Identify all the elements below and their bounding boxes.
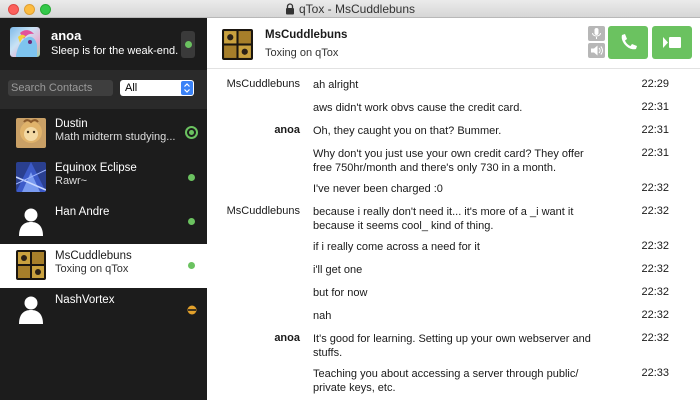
contact-name: NashVortex bbox=[55, 294, 115, 306]
message-row: i'll get one 22:32 bbox=[207, 255, 700, 278]
message-row: nah 22:32 bbox=[207, 301, 700, 324]
microphone-icon bbox=[592, 28, 601, 39]
online-status-icon bbox=[188, 174, 195, 181]
online-status-icon bbox=[188, 218, 195, 225]
contact-name: Equinox Eclipse bbox=[55, 162, 137, 174]
message-author: MsCuddlebuns bbox=[226, 205, 300, 217]
self-avatar[interactable] bbox=[10, 27, 40, 57]
message-text: It's good for learning. Setting up your … bbox=[313, 333, 591, 359]
contact-item-dustin[interactable]: Dustin Math midterm studying... bbox=[0, 109, 207, 156]
search-contacts-input[interactable] bbox=[8, 80, 113, 96]
message-row: aws didn't work obvs cause the credit ca… bbox=[207, 93, 700, 116]
message-timestamp: 22:32 bbox=[641, 263, 669, 275]
video-call-button[interactable] bbox=[652, 26, 692, 59]
select-arrows-icon bbox=[181, 81, 193, 95]
default-avatar-icon bbox=[16, 294, 46, 324]
message-row: MsCuddlebuns ah alright 22:29 bbox=[207, 70, 700, 93]
contact-name: Dustin bbox=[55, 118, 88, 130]
online-status-icon bbox=[185, 41, 192, 48]
window-title: qTox - MsCuddlebuns bbox=[298, 2, 416, 16]
away-status-icon bbox=[187, 305, 197, 315]
online-status-icon bbox=[185, 126, 198, 139]
message-row: MsCuddlebuns because i really don't need… bbox=[207, 197, 700, 232]
audio-call-button[interactable] bbox=[608, 26, 648, 59]
self-status-message[interactable]: Sleep is for the weak-end. bbox=[51, 45, 178, 57]
message-text: because i really don't need it... it's m… bbox=[313, 206, 574, 232]
contact-status-message: Rawr~ bbox=[55, 175, 88, 187]
online-status-icon bbox=[188, 262, 195, 269]
message-author: anoa bbox=[274, 332, 300, 344]
message-row: but for now 22:32 bbox=[207, 278, 700, 301]
contact-item-equinox-eclipse[interactable]: Equinox Eclipse Rawr~ bbox=[0, 156, 207, 200]
mute-speaker-button[interactable] bbox=[588, 43, 605, 58]
message-timestamp: 22:32 bbox=[641, 240, 669, 252]
message-row: anoa Oh, they caught you on that? Bummer… bbox=[207, 116, 700, 139]
message-author: anoa bbox=[274, 124, 300, 136]
message-row: anoa It's good for learning. Setting up … bbox=[207, 324, 700, 359]
mute-microphone-button[interactable] bbox=[588, 26, 605, 41]
contact-list: Dustin Math midterm studying... Equinox … bbox=[0, 109, 207, 332]
message-row: Why don't you just use your own credit c… bbox=[207, 139, 700, 174]
contact-filter-select[interactable]: All bbox=[120, 80, 194, 96]
minimize-window-button[interactable] bbox=[24, 4, 35, 15]
message-row: Teaching you about accessing a server th… bbox=[207, 359, 700, 394]
contact-status-message: Math midterm studying... bbox=[55, 131, 176, 143]
chat-header: MsCuddlebuns Toxing on qTox bbox=[207, 18, 700, 69]
chat-contact-name: MsCuddlebuns bbox=[265, 29, 348, 41]
message-author: MsCuddlebuns bbox=[226, 78, 300, 90]
message-timestamp: 22:31 bbox=[641, 124, 669, 136]
message-row: I've never been charged :0 22:32 bbox=[207, 174, 700, 197]
speaker-icon bbox=[591, 45, 603, 56]
lock-icon bbox=[285, 3, 294, 15]
contact-avatar bbox=[16, 118, 46, 148]
contact-name: MsCuddlebuns bbox=[55, 250, 132, 262]
message-timestamp: 22:32 bbox=[641, 286, 669, 298]
message-text: Teaching you about accessing a server th… bbox=[313, 368, 579, 394]
message-timestamp: 22:31 bbox=[641, 101, 669, 113]
video-camera-icon bbox=[663, 37, 681, 48]
sidebar: anoa Sleep is for the weak-end. All bbox=[0, 18, 207, 400]
contact-avatar bbox=[16, 250, 46, 280]
contact-item-nashvortex[interactable]: NashVortex bbox=[0, 288, 207, 332]
chat-contact-status: Toxing on qTox bbox=[265, 47, 339, 59]
close-window-button[interactable] bbox=[8, 4, 19, 15]
title-bar: qTox - MsCuddlebuns bbox=[0, 0, 700, 18]
maximize-window-button[interactable] bbox=[40, 4, 51, 15]
contact-status-message: Toxing on qTox bbox=[55, 263, 129, 275]
chat-contact-avatar bbox=[222, 29, 253, 60]
self-name[interactable]: anoa bbox=[51, 28, 81, 43]
default-avatar-icon bbox=[16, 206, 46, 236]
message-text: Why don't you just use your own credit c… bbox=[313, 148, 584, 174]
message-timestamp: 22:33 bbox=[641, 367, 669, 379]
message-row: if i really come across a need for it 22… bbox=[207, 232, 700, 255]
phone-icon bbox=[621, 34, 637, 50]
message-timestamp: 22:31 bbox=[641, 147, 669, 159]
message-timestamp: 22:32 bbox=[641, 182, 669, 194]
contact-item-mscuddlebuns[interactable]: MsCuddlebuns Toxing on qTox bbox=[0, 244, 207, 288]
message-timestamp: 22:29 bbox=[641, 78, 669, 90]
contact-name: Han Andre bbox=[55, 206, 110, 218]
message-timestamp: 22:32 bbox=[641, 332, 669, 344]
self-profile-panel: anoa Sleep is for the weak-end. bbox=[0, 18, 207, 70]
message-history: MsCuddlebuns ah alright 22:29 aws didn't… bbox=[207, 70, 700, 400]
self-status-button[interactable] bbox=[181, 31, 195, 58]
contact-avatar bbox=[16, 162, 46, 192]
contact-item-han-andre[interactable]: Han Andre bbox=[0, 200, 207, 244]
filter-selected-value: All bbox=[125, 82, 138, 94]
message-timestamp: 22:32 bbox=[641, 205, 669, 217]
message-timestamp: 22:32 bbox=[641, 309, 669, 321]
